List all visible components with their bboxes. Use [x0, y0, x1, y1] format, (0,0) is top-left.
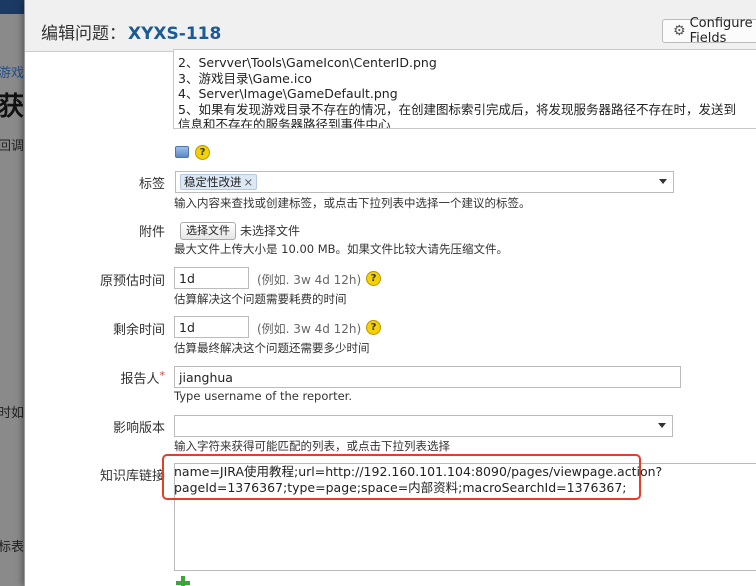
description-line: 5、如果有发现游戏目录不存在的情况，在创建图标索引完成后，将发现服务器路径不存在…	[178, 101, 736, 117]
edit-issue-dialog: 编辑问题： XYXS-118 ⚙ Configure Fields 2、Servv…	[24, 0, 756, 586]
remaining-estimate-example: (例如. 3w 4d 12h)	[257, 322, 362, 336]
attachment-label: 附件	[138, 225, 165, 240]
background-text-fragment: 标表	[0, 540, 25, 555]
original-estimate-example: (例如. 3w 4d 12h)	[257, 273, 362, 287]
background-text-fragment: 游戏	[0, 66, 25, 81]
help-icon[interactable]: ?	[195, 145, 210, 160]
dialog-header: 编辑问题： XYXS-118 ⚙ Configure Fields	[25, 0, 756, 52]
configure-fields-button[interactable]: ⚙ Configure Fields	[662, 16, 756, 46]
dialog-title-prefix: 编辑问题：	[41, 24, 126, 44]
chevron-down-icon[interactable]	[659, 179, 667, 184]
gear-icon: ⚙	[673, 23, 686, 39]
file-status: 未选择文件	[240, 224, 301, 238]
description-textarea[interactable]: 2、Servver\Tools\GameIcon\CenterID.png 3、…	[173, 49, 756, 129]
original-estimate-label: 原预估时间	[99, 274, 165, 289]
labels-hint: 输入内容来查找或创建标签，或点击下拉列表中选择一个建议的标签。	[174, 196, 531, 210]
description-line: 4、Server\Image\GameDefault.png	[178, 86, 398, 101]
background-text-fragment: 时如	[0, 406, 25, 421]
original-estimate-hint: 估算解决这个问题需要耗费的时间	[174, 292, 347, 306]
affects-version-hint: 输入字符来获得可能匹配的列表，或点击下拉列表选择	[174, 439, 450, 453]
wiki-markup-icon[interactable]	[175, 146, 189, 158]
reporter-input[interactable]: jianghua	[174, 366, 681, 388]
reporter-label-text: 报告人	[120, 372, 160, 387]
reporter-hint: Type username of the reporter.	[174, 389, 353, 403]
required-marker: *	[159, 369, 166, 382]
affects-version-label: 影响版本	[112, 421, 165, 436]
remaining-estimate-input[interactable]: 1d	[174, 316, 249, 338]
kb-link-line: pageId=1376367;type=page;space=内部资料;macr…	[174, 480, 627, 495]
kb-link-label: 知识库链接	[99, 469, 165, 484]
labels-label: 标签	[138, 177, 165, 192]
add-icon[interactable]	[176, 576, 190, 586]
label-tag: 稳定性改进 ×	[180, 174, 258, 190]
help-icon[interactable]: ?	[366, 271, 381, 286]
issue-key: XYXS-118	[128, 24, 222, 44]
remaining-estimate-hint: 估算最终解决这个问题还需要多少时间	[174, 341, 370, 355]
background-text-fragment: 获	[0, 92, 25, 122]
affects-version-select[interactable]	[174, 415, 673, 437]
remaining-estimate-label: 剩余时间	[112, 323, 165, 338]
original-estimate-input[interactable]: 1d	[174, 267, 249, 289]
label-tag-text: 稳定性改进	[184, 175, 242, 189]
labels-input[interactable]: 稳定性改进 ×	[175, 171, 674, 193]
dialog-content: 2、Servver\Tools\GameIcon\CenterID.png 3、…	[25, 49, 756, 586]
help-icon[interactable]: ?	[366, 320, 381, 335]
dialog-title: 编辑问题： XYXS-118	[41, 19, 221, 44]
attachment-hint: 最大文件上传大小是 10.00 MB。如果文件比较大请先压缩文件。	[174, 242, 509, 256]
kb-link-line: name=JIRA使用教程;url=http://192.160.101.104…	[174, 464, 663, 479]
description-line: 3、游戏目录\Game.ico	[178, 70, 312, 86]
background-text-fragment: 回调	[0, 139, 25, 154]
description-line: 信息和不存在的服务器路径到事件中心	[178, 117, 391, 129]
description-line: 2、Servver\Tools\GameIcon\CenterID.png	[178, 55, 437, 70]
reporter-label: 报告人*	[25, 368, 165, 387]
chevron-down-icon[interactable]	[658, 423, 666, 428]
choose-file-button[interactable]: 选择文件	[180, 222, 236, 240]
remove-tag-icon[interactable]: ×	[244, 175, 254, 189]
configure-fields-label: Configure Fields	[689, 16, 753, 46]
